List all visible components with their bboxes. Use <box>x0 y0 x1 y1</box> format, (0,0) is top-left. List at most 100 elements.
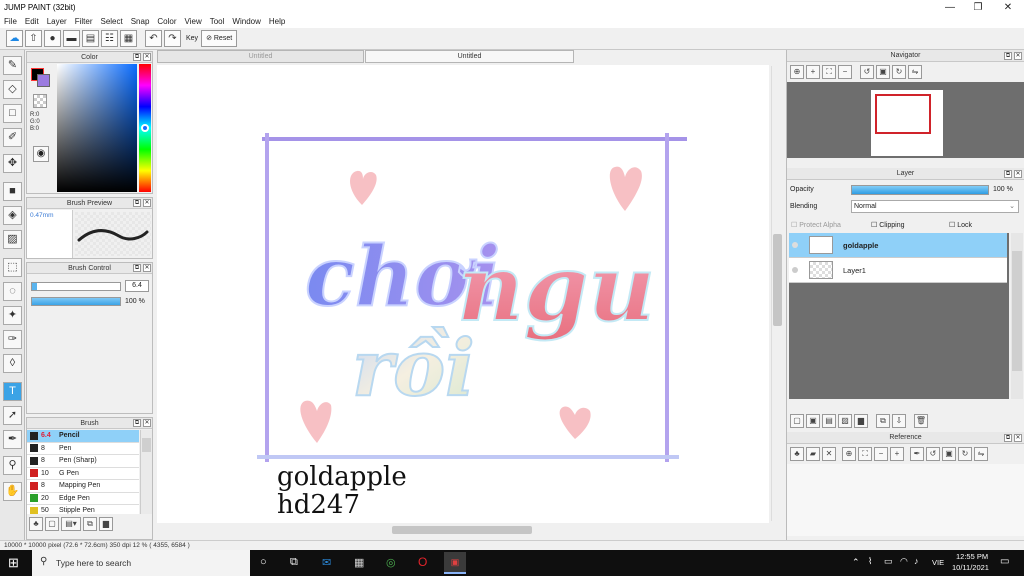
layer-scrollbar[interactable] <box>1011 233 1023 399</box>
battery-icon[interactable]: ▭ <box>884 556 893 567</box>
opera-icon[interactable]: O <box>418 555 427 569</box>
language-indicator[interactable]: VIE <box>932 558 944 567</box>
panel-close-icon[interactable]: ✕ <box>143 264 151 272</box>
brush-opacity-slider[interactable] <box>31 297 121 306</box>
reference-area[interactable] <box>787 464 1024 536</box>
ref-eyedropper-icon[interactable]: ✒ <box>910 447 924 461</box>
ref-zoom-actual-icon[interactable]: ⛶ <box>858 447 872 461</box>
reset-button[interactable]: ⊘ Reset <box>201 30 238 47</box>
undo-icon[interactable]: ↶ <box>145 30 162 47</box>
wifi-icon[interactable]: ◠ <box>900 556 908 567</box>
menu-select[interactable]: Select <box>96 17 126 26</box>
navigator-preview[interactable] <box>787 82 1024 158</box>
blending-select[interactable]: Normal ⌄ <box>851 200 1019 213</box>
clipping-checkbox[interactable]: ☐ Clipping <box>871 221 905 229</box>
menu-filter[interactable]: Filter <box>71 17 97 26</box>
task-view-icon[interactable]: ⧉ <box>290 556 298 569</box>
brush-item[interactable]: 10 G Pen <box>27 467 139 480</box>
menu-edit[interactable]: Edit <box>21 17 43 26</box>
select-eraser-tool-icon[interactable]: ◊ <box>3 354 22 373</box>
brush-folder-icon[interactable]: ▆ <box>99 517 113 531</box>
export-icon[interactable]: ⇧ <box>25 30 42 47</box>
menu-view[interactable]: View <box>181 17 206 26</box>
new-halftone-layer-icon[interactable]: ▨ <box>838 414 852 428</box>
panel-close-icon[interactable]: ✕ <box>1014 52 1022 60</box>
canvas-horizontal-scrollbar[interactable] <box>157 524 769 536</box>
maximize-button[interactable]: ❐ <box>964 0 992 15</box>
layout-icon[interactable]: ☷ <box>101 30 118 47</box>
reference-settings-icon[interactable]: ♣ <box>790 447 804 461</box>
zoom-actual-icon[interactable]: ⛶ <box>822 65 836 79</box>
panel-close-icon[interactable]: ✕ <box>143 419 151 427</box>
secondary-color-swatch[interactable] <box>37 74 50 87</box>
ref-flip-icon[interactable]: ⇋ <box>974 447 988 461</box>
flip-icon[interactable]: ⇋ <box>908 65 922 79</box>
windows-start-icon[interactable]: ⊞ <box>8 555 19 571</box>
jump-paint-taskbar-icon[interactable]: ▣ <box>444 552 466 574</box>
close-reference-icon[interactable]: ✕ <box>822 447 836 461</box>
menu-layer[interactable]: Layer <box>43 17 71 26</box>
network-icon[interactable]: ⌇ <box>868 556 872 567</box>
ref-rotate-left-icon[interactable]: ↺ <box>926 447 940 461</box>
brush-item[interactable]: 6.4 Pencil <box>27 430 139 443</box>
tab-untitled-1[interactable]: Untitled <box>157 50 364 63</box>
brush-item[interactable]: 8 Mapping Pen <box>27 480 139 493</box>
hue-slider[interactable] <box>139 64 151 192</box>
panel-float-icon[interactable]: ⧉ <box>133 264 141 272</box>
new-folder-icon[interactable]: ▆ <box>854 414 868 428</box>
ref-zoom-in-icon[interactable]: + <box>890 447 904 461</box>
brush-size-slider[interactable] <box>31 282 121 291</box>
brush-item[interactable]: 50 Stipple Pen <box>27 505 139 514</box>
saturation-value-picker[interactable] <box>57 64 137 192</box>
new-layer-icon[interactable]: ▢ <box>790 414 804 428</box>
pen-tool-icon[interactable]: ✐ <box>3 128 22 147</box>
operation-tool-icon[interactable]: ➚ <box>3 406 22 425</box>
cortana-icon[interactable]: ○ <box>260 556 267 568</box>
taskbar-search[interactable]: ⚲ Type here to search <box>32 550 250 576</box>
drawing-canvas[interactable]: chơi ngu rồi goldapple hd247 <box>157 65 769 523</box>
panel-close-icon[interactable]: ✕ <box>143 53 151 61</box>
panel-float-icon[interactable]: ⧉ <box>1004 52 1012 60</box>
panel-float-icon[interactable]: ⧉ <box>133 53 141 61</box>
panel-float-icon[interactable]: ⧉ <box>133 199 141 207</box>
hand-tool-icon[interactable]: ✋ <box>3 482 22 501</box>
layer-row-layer1[interactable]: Layer1 <box>789 258 1007 283</box>
grid-icon[interactable]: ▦ <box>120 30 137 47</box>
ref-zoom-fit-icon[interactable]: ⊕ <box>842 447 856 461</box>
mail-icon[interactable]: ✉ <box>322 556 331 569</box>
new-layer-8bit-icon[interactable]: ▣ <box>806 414 820 428</box>
brush-item[interactable]: 20 Edge Pen <box>27 492 139 505</box>
panel-float-icon[interactable]: ⧉ <box>1004 434 1012 442</box>
panel-float-icon[interactable]: ⧉ <box>133 419 141 427</box>
zoom-fit-icon[interactable]: ⊕ <box>790 65 804 79</box>
brush-item[interactable]: 8 Pen (Sharp) <box>27 455 139 468</box>
fill-rect-tool-icon[interactable]: ■ <box>3 182 22 201</box>
menu-window[interactable]: Window <box>228 17 264 26</box>
gradient-tool-icon[interactable]: ▨ <box>3 230 22 249</box>
rotate-left-icon[interactable]: ↺ <box>860 65 874 79</box>
tray-chevron-icon[interactable]: ⌃ <box>852 557 860 568</box>
duplicate-brush-icon[interactable]: ⧉ <box>83 517 97 531</box>
store-icon[interactable]: ▦ <box>354 556 364 569</box>
select-rect-tool-icon[interactable]: ⬚ <box>3 258 22 277</box>
menu-color[interactable]: Color <box>153 17 180 26</box>
panel-close-icon[interactable]: ✕ <box>1014 434 1022 442</box>
tab-untitled-2[interactable]: Untitled <box>365 50 574 63</box>
fit-window-icon[interactable]: ▣ <box>876 65 890 79</box>
delete-layer-icon[interactable]: 🗑 <box>914 414 928 428</box>
select-pen-tool-icon[interactable]: ✑ <box>3 330 22 349</box>
brush-type-icon[interactable]: ▤▾ <box>61 517 81 531</box>
page-icon[interactable]: ▤ <box>82 30 99 47</box>
new-brush-icon[interactable]: ▢ <box>45 517 59 531</box>
ref-fit-icon[interactable]: ▣ <box>942 447 956 461</box>
ref-rotate-right-icon[interactable]: ↻ <box>958 447 972 461</box>
transparent-swatch[interactable] <box>33 94 47 108</box>
menu-snap[interactable]: Snap <box>127 17 154 26</box>
chat-icon[interactable]: ▬ <box>63 30 80 47</box>
coccoc-icon[interactable]: ◎ <box>386 556 396 569</box>
minimize-button[interactable]: — <box>936 0 964 15</box>
rotate-right-icon[interactable]: ↻ <box>892 65 906 79</box>
menu-help[interactable]: Help <box>265 17 289 26</box>
brush-size-input[interactable]: 6.4 <box>125 280 149 292</box>
panel-close-icon[interactable]: ✕ <box>1014 170 1022 178</box>
